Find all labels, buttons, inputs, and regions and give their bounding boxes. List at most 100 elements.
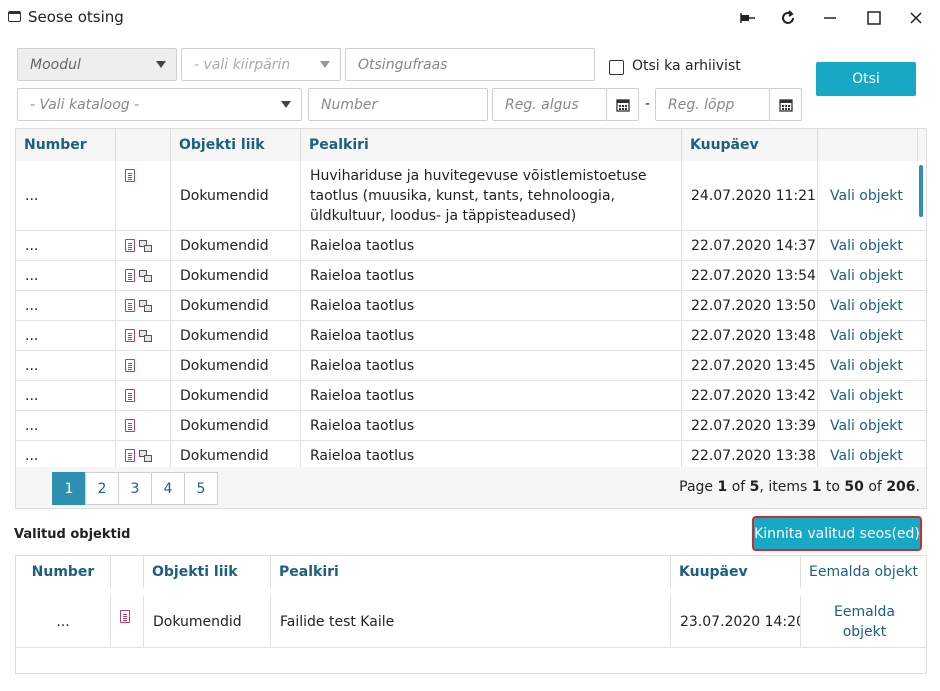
col-header-date[interactable]: Kuupäev: [682, 129, 818, 161]
document-icon: [120, 610, 130, 623]
sel-col-header-icons: [111, 556, 144, 588]
search-button[interactable]: Otsi: [816, 62, 916, 96]
minimize-icon[interactable]: [818, 6, 842, 30]
col-header-type[interactable]: Objekti liik: [171, 129, 301, 161]
reg-start-placeholder: Reg. algus: [505, 96, 579, 113]
module-select[interactable]: Moodul: [17, 48, 177, 81]
select-object-link[interactable]: Vali objekt: [818, 291, 918, 320]
linked-objects-icon: [139, 329, 152, 342]
results-table: Number Objekti liik Pealkiri Kuupäev ...…: [15, 128, 927, 468]
linked-objects-icon: [139, 269, 152, 282]
results-scrollbar[interactable]: [916, 161, 926, 465]
search-phrase-input[interactable]: Otsingufraas: [345, 48, 595, 81]
row-type: Dokumendid: [171, 441, 301, 467]
row-number: ...: [16, 321, 116, 350]
page-button-2[interactable]: 2: [85, 472, 119, 505]
linked-objects-icon: [139, 239, 152, 252]
sel-col-header-number[interactable]: Number: [16, 556, 111, 588]
page-info-of: of: [731, 479, 746, 495]
row-icons: [116, 441, 171, 467]
document-icon: [125, 389, 135, 402]
table-row[interactable]: ... Dokumendid Raieloa taotlus 22.07.2020 1…: [16, 441, 926, 467]
col-header-icons: [116, 129, 171, 161]
module-placeholder: Moodul: [30, 56, 81, 73]
selected-row[interactable]: ... Dokumendid Failide test Kaile 23.07.202…: [16, 596, 926, 648]
table-row[interactable]: ... Dokumendid Raieloa taotlus 22.07.2020 1…: [16, 261, 926, 291]
calendar-icon[interactable]: [769, 88, 802, 121]
maximize-icon[interactable]: [862, 6, 886, 30]
select-object-link[interactable]: Vali objekt: [818, 261, 918, 290]
reg-end-input[interactable]: Reg. lõpp: [655, 88, 770, 121]
row-number: ...: [16, 231, 116, 260]
page-info-total-pages: 5: [749, 479, 760, 495]
select-object-link[interactable]: Vali objekt: [818, 231, 918, 260]
page-info-to-label: to: [825, 479, 840, 495]
chevron-down-icon: [156, 61, 166, 68]
close-icon[interactable]: [904, 6, 928, 30]
row-number: ...: [16, 351, 116, 380]
row-icons: [116, 291, 171, 320]
reg-start-input[interactable]: Reg. algus: [492, 88, 607, 121]
page-button-5[interactable]: 5: [184, 472, 218, 505]
page-button-3[interactable]: 3: [118, 472, 152, 505]
row-date: 22.07.2020 13:48: [682, 321, 818, 350]
number-input[interactable]: Number: [308, 88, 488, 121]
row-number: ...: [16, 291, 116, 320]
col-header-number[interactable]: Number: [16, 129, 116, 161]
row-title: Raieloa taotlus: [301, 381, 682, 410]
row-icons: [116, 321, 171, 350]
quickfilter-select[interactable]: - vali kiirpärin: [181, 48, 341, 81]
row-title: Raieloa taotlus: [301, 351, 682, 380]
linked-objects-icon: [139, 299, 152, 312]
row-icons: [116, 381, 171, 410]
page-button-4[interactable]: 4: [151, 472, 185, 505]
page-button-1[interactable]: 1: [52, 472, 86, 505]
row-type: Dokumendid: [171, 161, 301, 230]
archive-checkbox[interactable]: [609, 60, 624, 75]
col-header-action: [818, 129, 918, 161]
col-header-title[interactable]: Pealkiri: [301, 129, 682, 161]
row-type: Dokumendid: [144, 596, 271, 647]
row-type: Dokumendid: [171, 291, 301, 320]
document-icon: [125, 269, 135, 282]
table-row[interactable]: ... Dokumendid Huvihariduse ja huvitegevus…: [16, 161, 926, 231]
page-info-total: 206: [886, 479, 916, 495]
remove-object-link[interactable]: Eemalda objekt: [801, 596, 926, 647]
table-row[interactable]: ... Dokumendid Raieloa taotlus 22.07.2020 1…: [16, 291, 926, 321]
table-row[interactable]: ... Dokumendid Raieloa taotlus 22.07.2020 1…: [16, 231, 926, 261]
scrollbar-thumb[interactable]: [919, 165, 923, 217]
refresh-icon[interactable]: [776, 6, 800, 30]
sel-col-header-title[interactable]: Pealkiri: [271, 556, 671, 588]
sel-col-header-type[interactable]: Objekti liik: [144, 556, 271, 588]
page-info-period: .: [915, 479, 920, 495]
select-object-link[interactable]: Vali objekt: [818, 321, 918, 350]
document-icon: [125, 449, 135, 462]
catalog-select[interactable]: - Vali kataloog -: [17, 88, 302, 121]
select-object-link[interactable]: Vali objekt: [818, 381, 918, 410]
table-row[interactable]: ... Dokumendid Raieloa taotlus 22.07.2020 1…: [16, 381, 926, 411]
pin-icon[interactable]: [736, 6, 760, 30]
reg-end-placeholder: Reg. lõpp: [668, 96, 735, 113]
row-type: Dokumendid: [171, 351, 301, 380]
confirm-relations-button[interactable]: Kinnita valitud seos(ed): [752, 516, 922, 551]
table-row[interactable]: ... Dokumendid Raieloa taotlus 22.07.2020 1…: [16, 411, 926, 441]
table-row[interactable]: ... Dokumendid Raieloa taotlus 22.07.2020 1…: [16, 321, 926, 351]
row-date: 22.07.2020 13:42: [682, 381, 818, 410]
select-object-link[interactable]: Vali objekt: [818, 161, 918, 230]
calendar-icon[interactable]: [606, 88, 639, 121]
row-number: ...: [16, 261, 116, 290]
scrollbar-corner: [918, 129, 926, 161]
row-title: Huvihariduse ja huvitegevuse võistlemist…: [301, 161, 682, 230]
row-date: 22.07.2020 13:45: [682, 351, 818, 380]
quickfilter-placeholder: - vali kiirpärin: [194, 56, 291, 73]
archive-checkbox-label: Otsi ka arhiivist: [632, 58, 741, 74]
select-object-link[interactable]: Vali objekt: [818, 351, 918, 380]
sel-col-header-date[interactable]: Kuupäev: [671, 556, 801, 588]
select-object-link[interactable]: Vali objekt: [818, 441, 918, 467]
document-icon: [125, 359, 135, 372]
select-object-link[interactable]: Vali objekt: [818, 411, 918, 440]
table-row[interactable]: ... Dokumendid Raieloa taotlus 22.07.2020 1…: [16, 351, 926, 381]
page-info-label: Page: [679, 479, 714, 495]
document-icon: [125, 419, 135, 432]
row-icons: [111, 596, 144, 647]
